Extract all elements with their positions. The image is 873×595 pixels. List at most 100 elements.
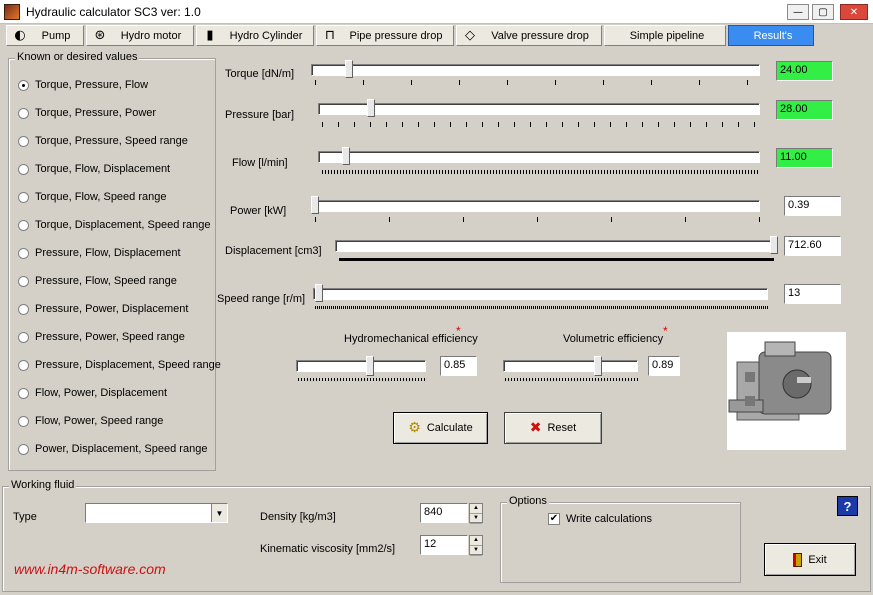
- speed-value[interactable]: 13: [784, 284, 841, 304]
- known-option-radio[interactable]: Flow, Power, Displacement: [18, 385, 167, 401]
- fluid-type-label: Type: [13, 511, 37, 523]
- tab-valve-pressure-drop[interactable]: ◇ Valve pressure drop: [456, 25, 602, 46]
- tab-simple-pipeline-label: Simple pipeline: [629, 29, 705, 42]
- viscosity-label: Kinematic viscosity [mm2/s]: [260, 543, 396, 555]
- website-link[interactable]: www.in4m-software.com: [14, 561, 166, 577]
- maximize-button[interactable]: ▢: [812, 4, 834, 20]
- radio-button[interactable]: [18, 443, 29, 455]
- radio-button[interactable]: [18, 387, 29, 399]
- radio-button[interactable]: [18, 275, 29, 287]
- known-option-radio[interactable]: Pressure, Flow, Speed range: [18, 273, 177, 289]
- known-option-label: Torque, Pressure, Power: [35, 107, 157, 119]
- tab-hydro-motor[interactable]: ⊛ Hydro motor: [86, 25, 194, 46]
- spin-up-icon[interactable]: ▲: [470, 504, 482, 514]
- radio-button[interactable]: [18, 359, 29, 371]
- speed-ticks: [315, 306, 768, 309]
- hydromechanical-value[interactable]: 0.85: [440, 356, 477, 376]
- radio-button[interactable]: [18, 415, 29, 427]
- volumetric-efficiency-label: Volumetric efficiency: [563, 333, 664, 345]
- radio-button[interactable]: [18, 247, 29, 259]
- pressure-slider-track[interactable]: [318, 103, 760, 115]
- flow-ticks: [322, 170, 760, 174]
- speed-slider-thumb[interactable]: [315, 284, 323, 302]
- speed-range-label: Speed range [r/m]: [217, 293, 306, 305]
- displacement-ticks: [339, 258, 774, 261]
- radio-button[interactable]: [18, 219, 29, 231]
- radio-button[interactable]: [18, 331, 29, 343]
- tab-results-label: Result's: [753, 29, 793, 42]
- torque-value[interactable]: 24.00: [776, 61, 833, 81]
- tab-results[interactable]: Result's: [728, 25, 814, 46]
- pressure-value[interactable]: 28.00: [776, 100, 833, 120]
- speed-slider-track[interactable]: [313, 288, 768, 300]
- calculate-button[interactable]: ⚙ Calculate: [393, 412, 488, 444]
- known-option-radio[interactable]: Torque, Flow, Displacement: [18, 161, 170, 177]
- flow-label: Flow [l/min]: [232, 157, 288, 169]
- known-option-radio[interactable]: Flow, Power, Speed range: [18, 413, 163, 429]
- spin-down-icon[interactable]: ▼: [470, 514, 482, 524]
- minimize-button[interactable]: —: [787, 4, 809, 20]
- hydromechanical-ticks: [298, 378, 426, 381]
- known-option-radio[interactable]: Pressure, Displacement, Speed range: [18, 357, 221, 373]
- volumetric-value[interactable]: 0.89: [648, 356, 680, 376]
- radio-button[interactable]: [18, 303, 29, 315]
- volumetric-slider-track[interactable]: [503, 360, 638, 372]
- cylinder-icon: ▮: [206, 28, 214, 43]
- known-option-radio[interactable]: Power, Displacement, Speed range: [18, 441, 207, 457]
- known-option-radio[interactable]: Torque, Pressure, Speed range: [18, 133, 188, 149]
- viscosity-spinner[interactable]: ▲ ▼: [469, 535, 483, 556]
- known-option-radio[interactable]: Torque, Displacement, Speed range: [18, 217, 211, 233]
- flow-slider-thumb[interactable]: [342, 147, 350, 165]
- known-option-radio[interactable]: Torque, Flow, Speed range: [18, 189, 166, 205]
- hydromechanical-slider-track[interactable]: [296, 360, 426, 372]
- volumetric-slider-thumb[interactable]: [594, 356, 602, 376]
- torque-slider-track[interactable]: [311, 64, 760, 76]
- fluid-type-select[interactable]: ▼: [85, 503, 228, 523]
- displacement-slider-thumb[interactable]: [770, 236, 778, 254]
- torque-slider-thumb[interactable]: [345, 60, 353, 78]
- spin-down-icon[interactable]: ▼: [470, 546, 482, 556]
- app-icon: [4, 4, 20, 20]
- tab-hydro-motor-label: Hydro motor: [120, 29, 182, 42]
- dropdown-arrow-icon[interactable]: ▼: [211, 504, 227, 522]
- power-slider-thumb[interactable]: [311, 196, 319, 214]
- viscosity-input[interactable]: 12: [420, 535, 468, 555]
- exit-button[interactable]: Exit: [764, 543, 856, 576]
- known-option-radio[interactable]: Torque, Pressure, Power: [18, 105, 156, 121]
- density-label: Density [kg/m3]: [260, 511, 336, 523]
- known-option-label: Torque, Pressure, Flow: [35, 79, 149, 91]
- fluid-type-value: [86, 504, 89, 516]
- power-value[interactable]: 0.39: [784, 196, 841, 216]
- pressure-slider-thumb[interactable]: [367, 99, 375, 117]
- help-button[interactable]: ?: [837, 496, 858, 516]
- close-button[interactable]: ✕: [840, 4, 868, 20]
- power-slider-track[interactable]: [313, 200, 760, 212]
- density-input[interactable]: 840: [420, 503, 468, 523]
- tab-simple-pipeline[interactable]: Simple pipeline: [604, 25, 726, 46]
- known-option-radio[interactable]: Pressure, Flow, Displacement: [18, 245, 181, 261]
- displacement-slider-track[interactable]: [335, 240, 777, 252]
- radio-button[interactable]: [18, 107, 29, 119]
- known-option-label: Torque, Flow, Speed range: [35, 191, 167, 203]
- hydromechanical-required-mark: *: [456, 324, 461, 338]
- radio-button[interactable]: [18, 79, 29, 91]
- flow-slider-track[interactable]: [318, 151, 760, 163]
- title-bar: Hydraulic calculator SC3 ver: 1.0 — ▢ ✕: [0, 0, 873, 24]
- radio-button[interactable]: [18, 135, 29, 147]
- known-option-radio[interactable]: Pressure, Power, Displacement: [18, 301, 188, 317]
- displacement-value[interactable]: 712.60: [784, 236, 841, 256]
- exit-label: Exit: [808, 553, 827, 566]
- tab-hydro-cylinder[interactable]: ▮ Hydro Cylinder: [196, 25, 314, 46]
- spin-up-icon[interactable]: ▲: [470, 536, 482, 546]
- known-option-radio[interactable]: Torque, Pressure, Flow: [18, 77, 148, 93]
- write-calculations-checkbox[interactable]: ✔: [548, 513, 560, 525]
- reset-button[interactable]: ✖ Reset: [504, 412, 602, 444]
- tab-pipe-pressure-drop[interactable]: ⊓ Pipe pressure drop: [316, 25, 454, 46]
- density-spinner[interactable]: ▲ ▼: [469, 503, 483, 524]
- radio-button[interactable]: [18, 163, 29, 175]
- tab-pump[interactable]: ◐ Pump: [6, 25, 84, 46]
- flow-value[interactable]: 11.00: [776, 148, 833, 168]
- hydromechanical-slider-thumb[interactable]: [366, 356, 374, 376]
- known-option-radio[interactable]: Pressure, Power, Speed range: [18, 329, 185, 345]
- radio-button[interactable]: [18, 191, 29, 203]
